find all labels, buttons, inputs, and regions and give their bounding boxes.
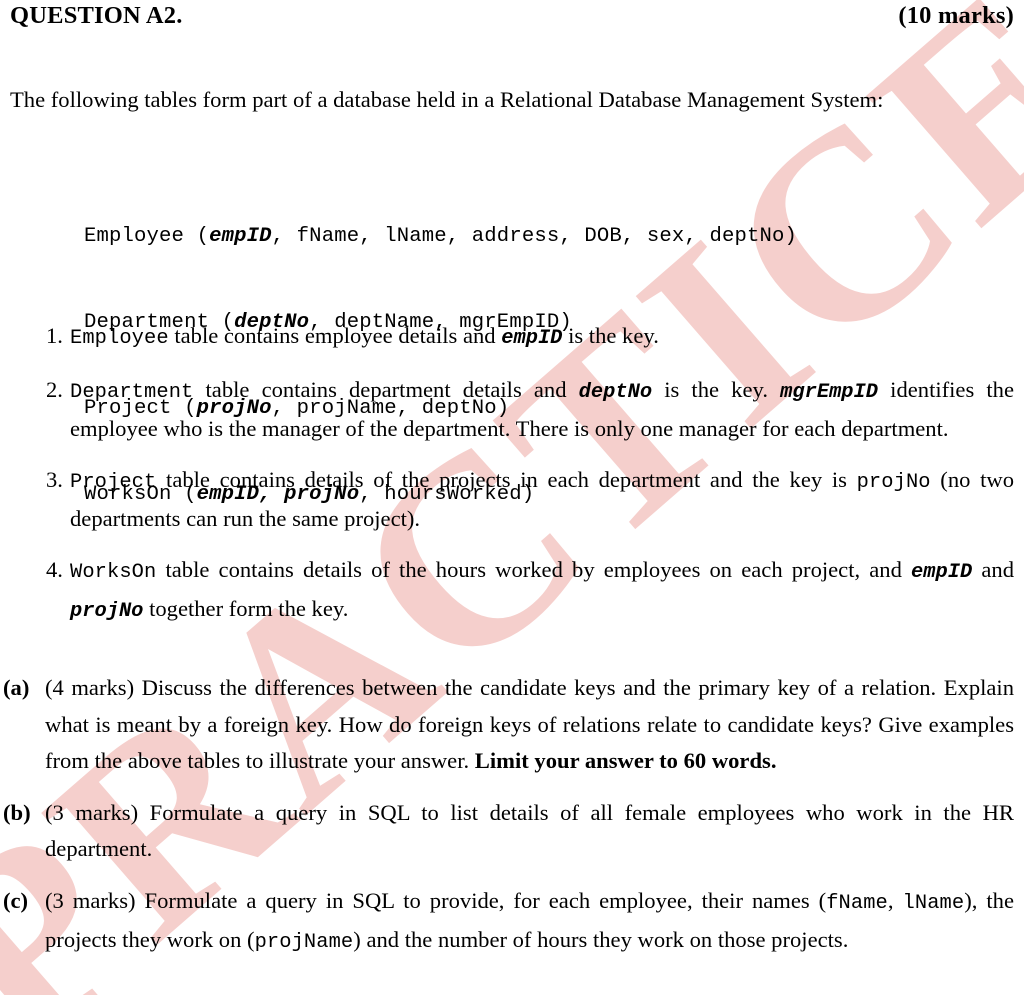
key-attribute-ref: projNo: [70, 600, 144, 623]
list-item-number: 1.: [46, 323, 63, 348]
schema-line-employee: Employee (empID, fName, lName, address, …: [84, 223, 984, 252]
note-text: table contains details of the hours work…: [156, 556, 912, 582]
list-item-number: 4.: [46, 556, 63, 582]
key-attribute-ref: projNo: [856, 470, 931, 494]
part-text: ) and the number of hours they work on t…: [353, 927, 849, 952]
part-text: Formulate a query in SQL to list details…: [45, 799, 1014, 862]
note-text: is the key.: [652, 376, 781, 402]
exam-question-page: PRACTICE QUESTION A2. (10 marks) The fol…: [0, 0, 1024, 995]
schema-open-paren: (: [184, 225, 210, 249]
total-marks-label: (10 marks): [898, 2, 1014, 29]
table-name-ref: Department: [70, 380, 194, 404]
note-text: table contains employee details and: [168, 323, 502, 348]
list-item: 2. Department table contains department d…: [10, 372, 1014, 448]
part-marks: (4 marks): [45, 675, 135, 700]
attribute-ref: lName: [902, 891, 965, 915]
part-marks: (3 marks): [45, 887, 136, 913]
question-part-c: (c) (3 marks) Formulate a query in SQL to…: [3, 883, 1014, 962]
part-text: Formulate a query in SQL to provide, for…: [135, 887, 827, 913]
question-header: QUESTION A2. (10 marks): [10, 2, 1014, 30]
question-parts-list: (a) (4 marks) Discuss the differences bet…: [3, 670, 1014, 962]
attribute-ref: projName: [254, 931, 354, 954]
part-emphasis: Limit your answer to 60 words.: [474, 748, 777, 773]
note-text: and: [972, 556, 1014, 582]
key-attribute-ref: empID: [911, 560, 973, 584]
document-content: QUESTION A2. (10 marks) The following ta…: [0, 0, 1024, 995]
table-name-ref: WorksOn: [70, 560, 157, 584]
schema-notes-list: 1. Employee table contains employee detai…: [10, 318, 1014, 631]
table-name-ref: Employee: [70, 327, 169, 350]
part-label: (a): [3, 675, 30, 700]
attribute-ref: fName: [826, 891, 888, 915]
part-marks: (3 marks): [45, 799, 139, 825]
schema-key-attribute: empID: [209, 225, 272, 249]
question-part-b: (b) (3 marks) Formulate a query in SQL to…: [3, 795, 1014, 868]
note-text: table contains department details and: [193, 376, 579, 402]
note-text: together form the key.: [143, 596, 349, 621]
note-text: table contains details of the projects i…: [156, 466, 857, 492]
note-text: is the key.: [562, 323, 659, 348]
part-label: (c): [3, 887, 29, 913]
page-title: QUESTION A2.: [10, 2, 183, 29]
table-name-ref: Project: [70, 470, 157, 494]
part-text: ,: [887, 887, 903, 913]
question-part-a: (a) (4 marks) Discuss the differences bet…: [3, 670, 1014, 780]
list-item: 4. WorksOn table contains details of the …: [10, 552, 1014, 631]
schema-table-name: Employee: [84, 225, 185, 249]
list-item: 3. Project table contains details of the …: [10, 462, 1014, 538]
intro-paragraph: The following tables form part of a data…: [10, 86, 884, 112]
part-label: (b): [3, 799, 31, 825]
key-attribute-ref: deptNo: [578, 380, 653, 404]
key-attribute-ref: empID: [501, 327, 563, 350]
key-attribute-ref: mgrEmpID: [780, 380, 879, 404]
list-item-number: 2.: [46, 376, 63, 402]
list-item: 1. Employee table contains employee detai…: [10, 318, 1014, 358]
schema-other-attributes: , fName, lName, address, DOB, sex, deptN…: [271, 225, 798, 249]
list-item-number: 3.: [46, 466, 63, 492]
